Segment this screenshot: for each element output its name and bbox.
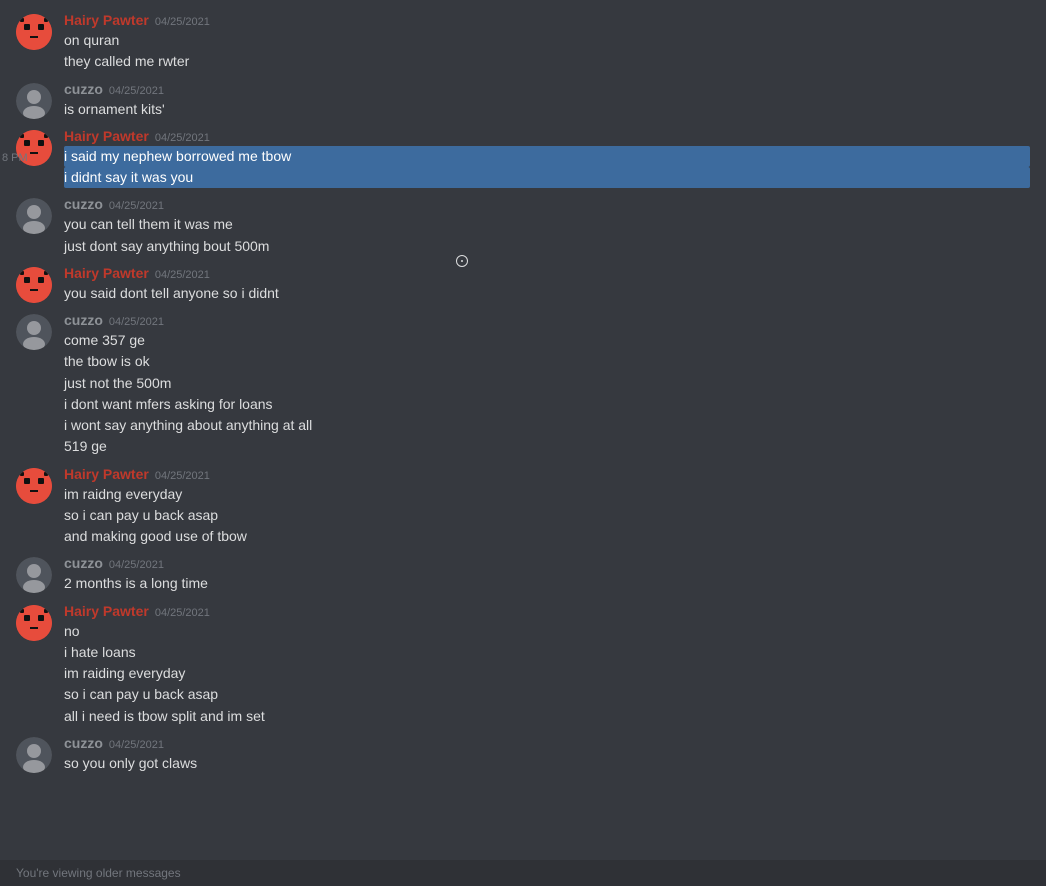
message-content: cuzzo 04/25/2021 is ornament kits': [64, 81, 1030, 120]
avatar: [16, 737, 52, 773]
message-text: so you only got claws: [64, 753, 1030, 774]
message-text: so i can pay u back asap: [64, 505, 1030, 526]
timestamp: 04/25/2021: [109, 739, 164, 751]
message-content: cuzzo 04/25/2021 you can tell them it wa…: [64, 196, 1030, 257]
timestamp: 04/25/2021: [155, 16, 210, 28]
username: cuzzo: [64, 735, 103, 751]
chat-container: Hairy Pawter 04/25/2021 on quran they ca…: [0, 0, 1046, 860]
timestamp: 04/25/2021: [109, 85, 164, 97]
timestamp: 04/25/2021: [155, 269, 210, 281]
username: Hairy Pawter: [64, 12, 149, 28]
message-header: Hairy Pawter 04/25/2021: [64, 603, 1030, 619]
message-text: just dont say anything bout 500m: [64, 236, 1030, 257]
message-header: cuzzo 04/25/2021: [64, 735, 1030, 751]
username: Hairy Pawter: [64, 603, 149, 619]
avatar: [16, 267, 52, 303]
message-group: cuzzo 04/25/2021 you can tell them it wa…: [0, 192, 1046, 261]
timestamp: 04/25/2021: [109, 559, 164, 571]
avatar: [16, 557, 52, 593]
message-group: Hairy Pawter 04/25/2021 you said dont te…: [0, 261, 1046, 308]
message-text: you said dont tell anyone so i didnt: [64, 283, 1030, 304]
message-group: Hairy Pawter 04/25/2021 on quran they ca…: [0, 8, 1046, 77]
avatar: [16, 14, 52, 50]
message-content: Hairy Pawter 04/25/2021 on quran they ca…: [64, 12, 1030, 73]
timestamp: 04/25/2021: [155, 132, 210, 144]
message-text: and making good use of tbow: [64, 526, 1030, 547]
message-group: cuzzo 04/25/2021 come 357 ge the tbow is…: [0, 308, 1046, 462]
message-header: cuzzo 04/25/2021: [64, 81, 1030, 97]
message-text: i hate loans: [64, 642, 1030, 663]
message-text: is ornament kits': [64, 99, 1030, 120]
message-text-selected: i said my nephew borrowed me tbow: [64, 146, 1030, 167]
message-text: im raiding everyday: [64, 663, 1030, 684]
timestamp: 04/25/2021: [109, 200, 164, 212]
timestamp: 04/25/2021: [155, 470, 210, 482]
message-text: just not the 500m: [64, 373, 1030, 394]
message-group: 8 PM Hairy Pawter 04/25/2021 i said my n…: [0, 124, 1046, 193]
message-text-selected: i didnt say it was you: [64, 167, 1030, 188]
message-group: cuzzo 04/25/2021 so you only got claws: [0, 731, 1046, 778]
avatar: [16, 314, 52, 350]
message-content: cuzzo 04/25/2021 2 months is a long time: [64, 555, 1030, 594]
message-group: Hairy Pawter 04/25/2021 no i hate loans …: [0, 599, 1046, 731]
avatar: [16, 468, 52, 504]
message-header: cuzzo 04/25/2021: [64, 555, 1030, 571]
status-bar-text: You're viewing older messages: [16, 866, 181, 880]
message-content: Hairy Pawter 04/25/2021 im raidng everyd…: [64, 466, 1030, 548]
avatar: [16, 605, 52, 641]
message-header: Hairy Pawter 04/25/2021: [64, 466, 1030, 482]
message-text: they called me rwter: [64, 51, 1030, 72]
message-content: Hairy Pawter 04/25/2021 no i hate loans …: [64, 603, 1030, 727]
username: Hairy Pawter: [64, 466, 149, 482]
message-header: Hairy Pawter 04/25/2021: [64, 12, 1030, 28]
timestamp: 04/25/2021: [109, 316, 164, 328]
message-group: Hairy Pawter 04/25/2021 im raidng everyd…: [0, 462, 1046, 552]
message-content: Hairy Pawter 04/25/2021 you said dont te…: [64, 265, 1030, 304]
message-text: the tbow is ok: [64, 351, 1030, 372]
message-header: Hairy Pawter 04/25/2021: [64, 128, 1030, 144]
message-text: so i can pay u back asap: [64, 684, 1030, 705]
time-label: 8 PM: [2, 152, 28, 164]
message-text: i wont say anything about anything at al…: [64, 415, 1030, 436]
message-text: i dont want mfers asking for loans: [64, 394, 1030, 415]
username: Hairy Pawter: [64, 265, 149, 281]
username: Hairy Pawter: [64, 128, 149, 144]
message-group: cuzzo 04/25/2021 is ornament kits': [0, 77, 1046, 124]
message-content: cuzzo 04/25/2021 come 357 ge the tbow is…: [64, 312, 1030, 458]
message-header: cuzzo 04/25/2021: [64, 312, 1030, 328]
username: cuzzo: [64, 555, 103, 571]
message-text: im raidng everyday: [64, 484, 1030, 505]
username: cuzzo: [64, 81, 103, 97]
username: cuzzo: [64, 196, 103, 212]
message-text: on quran: [64, 30, 1030, 51]
timestamp: 04/25/2021: [155, 607, 210, 619]
username: cuzzo: [64, 312, 103, 328]
message-text: no: [64, 621, 1030, 642]
message-text: all i need is tbow split and im set: [64, 706, 1030, 727]
avatar: [16, 83, 52, 119]
message-content: Hairy Pawter 04/25/2021 i said my nephew…: [64, 128, 1030, 189]
message-text: come 357 ge: [64, 330, 1030, 351]
message-content: cuzzo 04/25/2021 so you only got claws: [64, 735, 1030, 774]
status-bar: You're viewing older messages: [0, 860, 1046, 886]
message-header: Hairy Pawter 04/25/2021: [64, 265, 1030, 281]
message-group: cuzzo 04/25/2021 2 months is a long time: [0, 551, 1046, 598]
message-header: cuzzo 04/25/2021: [64, 196, 1030, 212]
message-text: you can tell them it was me: [64, 214, 1030, 235]
message-text: 2 months is a long time: [64, 573, 1030, 594]
message-text: 519 ge: [64, 436, 1030, 457]
avatar: [16, 198, 52, 234]
